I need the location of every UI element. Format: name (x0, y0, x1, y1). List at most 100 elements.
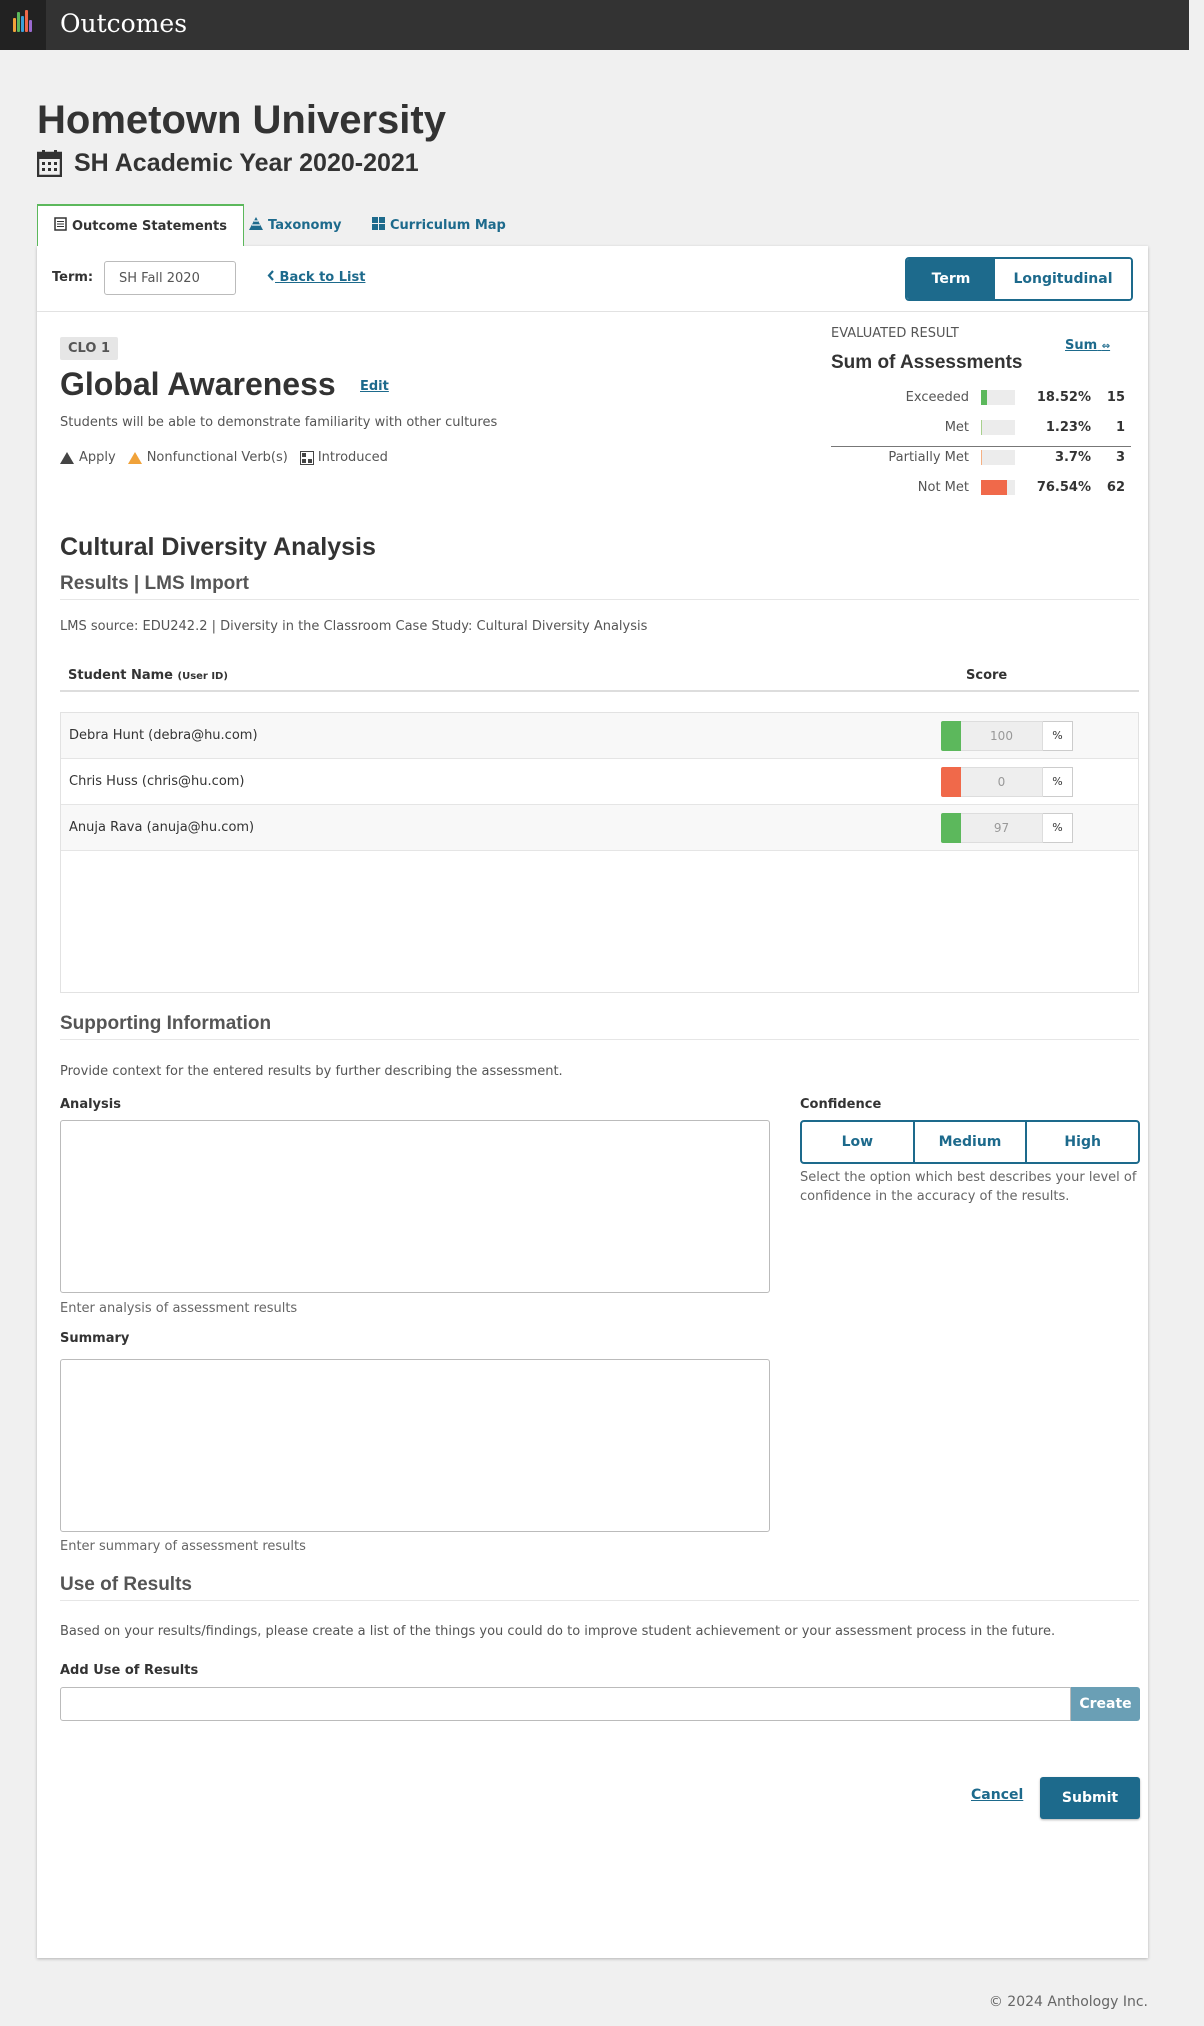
result-row-partially-met: Partially Met 3.7% 3 (831, 448, 1131, 468)
main-panel: Term: SH Fall 2020 Back to List Term Lon… (37, 246, 1148, 1958)
column-sublabel: (User ID) (177, 671, 228, 682)
result-percent: 18.52% (1036, 390, 1091, 405)
institution-name: Hometown University (37, 98, 446, 142)
tag-introduced: Introduced (299, 450, 388, 465)
score-status-swatch (941, 813, 961, 843)
summary-textarea[interactable] (60, 1359, 770, 1532)
result-bar (981, 450, 1015, 465)
supporting-intro: Provide context for the entered results … (60, 1064, 563, 1079)
score-field: 0 % (941, 767, 1073, 797)
summary-label: Summary (60, 1331, 130, 1346)
score-input[interactable]: 97 (961, 813, 1043, 843)
tab-taxonomy[interactable]: Taxonomy (249, 204, 342, 246)
use-of-results-heading: Use of Results (60, 1574, 1139, 1601)
calendar-icon (36, 150, 63, 178)
use-of-results-intro: Based on your results/findings, please c… (60, 1624, 1056, 1639)
result-row-not-met: Not Met 76.54% 62 (831, 478, 1131, 498)
confidence-medium-button[interactable]: Medium (915, 1122, 1028, 1162)
summary-help: Enter summary of assessment results (60, 1539, 306, 1554)
submit-button[interactable]: Submit (1040, 1777, 1140, 1819)
result-count: 3 (1115, 450, 1125, 465)
result-name: Met (944, 420, 969, 435)
result-bar (981, 420, 1015, 435)
results-heading: Results | LMS Import (60, 573, 1139, 600)
confidence-toggle: Low Medium High (800, 1120, 1140, 1164)
confidence-label: Confidence (800, 1097, 882, 1112)
term-view-button[interactable]: Term (907, 259, 995, 299)
student-name: Anuja Rava (anuja@hu.com) (69, 820, 255, 835)
term-select[interactable]: SH Fall 2020 (104, 261, 236, 295)
academic-year-row: SH Academic Year 2020-2021 (36, 149, 419, 178)
table-row: Chris Huss (chris@hu.com) 0 % (61, 759, 1138, 805)
tab-outcome-statements[interactable]: Outcome Statements (37, 204, 244, 246)
top-bar: Outcomes (0, 0, 1189, 50)
result-percent: 3.7% (1054, 450, 1091, 465)
score-unit: % (1043, 767, 1073, 797)
term-label: Term: (52, 270, 94, 285)
result-name: Partially Met (888, 450, 969, 465)
student-name-column-header: Student Name (User ID) (68, 668, 228, 683)
swap-icon: ⇔ (1101, 341, 1111, 352)
outcome-tags: Apply Nonfunctional Verb(s) Introduced (60, 450, 400, 465)
toolbar: Term: SH Fall 2020 Back to List Term Lon… (37, 246, 1148, 312)
score-status-swatch (941, 721, 961, 751)
result-bar-fill (981, 420, 983, 435)
tag-label: Nonfunctional Verb(s) (146, 450, 288, 465)
tab-label: Outcome Statements (72, 218, 227, 234)
threshold-divider (831, 446, 1131, 447)
score-unit: % (1043, 721, 1073, 751)
score-column-header: Score (966, 668, 1008, 683)
edit-outcome-link[interactable]: Edit (360, 379, 389, 394)
lms-source: LMS source: EDU242.2 | Diversity in the … (60, 619, 648, 634)
grid-icon (372, 216, 385, 234)
tab-curriculum-map[interactable]: Curriculum Map (372, 204, 506, 246)
tag-apply: Apply (60, 450, 116, 465)
view-toggle: Term Longitudinal (905, 257, 1133, 301)
result-percent: 1.23% (1045, 420, 1091, 435)
result-row-exceeded: Exceeded 18.52% 15 (831, 388, 1131, 408)
score-unit: % (1043, 813, 1073, 843)
tag-label: Introduced (317, 450, 388, 465)
back-to-list-link[interactable]: Back to List (267, 270, 365, 285)
result-count: 1 (1115, 420, 1125, 435)
footer-copyright: © 2024 Anthology Inc. (988, 1994, 1148, 2010)
clo-badge: CLO 1 (60, 337, 118, 360)
app-title: Outcomes (60, 9, 188, 38)
method-label: Sum (1065, 338, 1098, 353)
document-icon (54, 217, 67, 235)
supporting-information-heading: Supporting Information (60, 1013, 1139, 1040)
evaluated-result-title: Sum of Assessments (831, 352, 1023, 373)
tab-label: Taxonomy (268, 217, 342, 233)
table-row: Anuja Rava (anuja@hu.com) 97 % (61, 805, 1138, 851)
outcomes-logo-icon[interactable] (0, 0, 46, 50)
analysis-help: Enter analysis of assessment results (60, 1301, 298, 1316)
score-input[interactable]: 0 (961, 767, 1043, 797)
results-table-header: Student Name (User ID) Score (60, 662, 1139, 692)
cancel-button[interactable]: Cancel (971, 1787, 1023, 1803)
score-input[interactable]: 100 (961, 721, 1043, 751)
academic-year-title: SH Academic Year 2020-2021 (74, 149, 419, 177)
student-name: Chris Huss (chris@hu.com) (69, 774, 245, 789)
confidence-high-button[interactable]: High (1027, 1122, 1138, 1162)
result-bar (981, 390, 1015, 405)
result-row-met: Met 1.23% 1 (831, 418, 1131, 438)
longitudinal-view-button[interactable]: Longitudinal (995, 259, 1131, 299)
results-table: Debra Hunt (debra@hu.com) 100 % Chris Hu… (60, 712, 1139, 993)
outcome-description: Students will be able to demonstrate fam… (60, 415, 498, 430)
tag-label: Apply (79, 450, 116, 465)
result-bar (981, 480, 1015, 495)
analysis-textarea[interactable] (60, 1120, 770, 1293)
analysis-label: Analysis (60, 1097, 121, 1112)
table-row: Debra Hunt (debra@hu.com) 100 % (61, 713, 1138, 759)
calculation-method-link[interactable]: Sum ⇔ (1065, 338, 1110, 353)
create-button[interactable]: Create (1071, 1687, 1140, 1721)
score-status-swatch (941, 767, 961, 797)
result-name: Exceeded (905, 390, 969, 405)
warning-pyramid-icon (127, 451, 142, 464)
use-of-results-input[interactable] (60, 1687, 1071, 1721)
confidence-low-button[interactable]: Low (802, 1122, 915, 1162)
pyramid-icon (60, 451, 74, 464)
pyramid-icon (249, 216, 263, 234)
assessment-title: Cultural Diversity Analysis (60, 533, 376, 561)
chevron-left-icon (267, 270, 275, 285)
